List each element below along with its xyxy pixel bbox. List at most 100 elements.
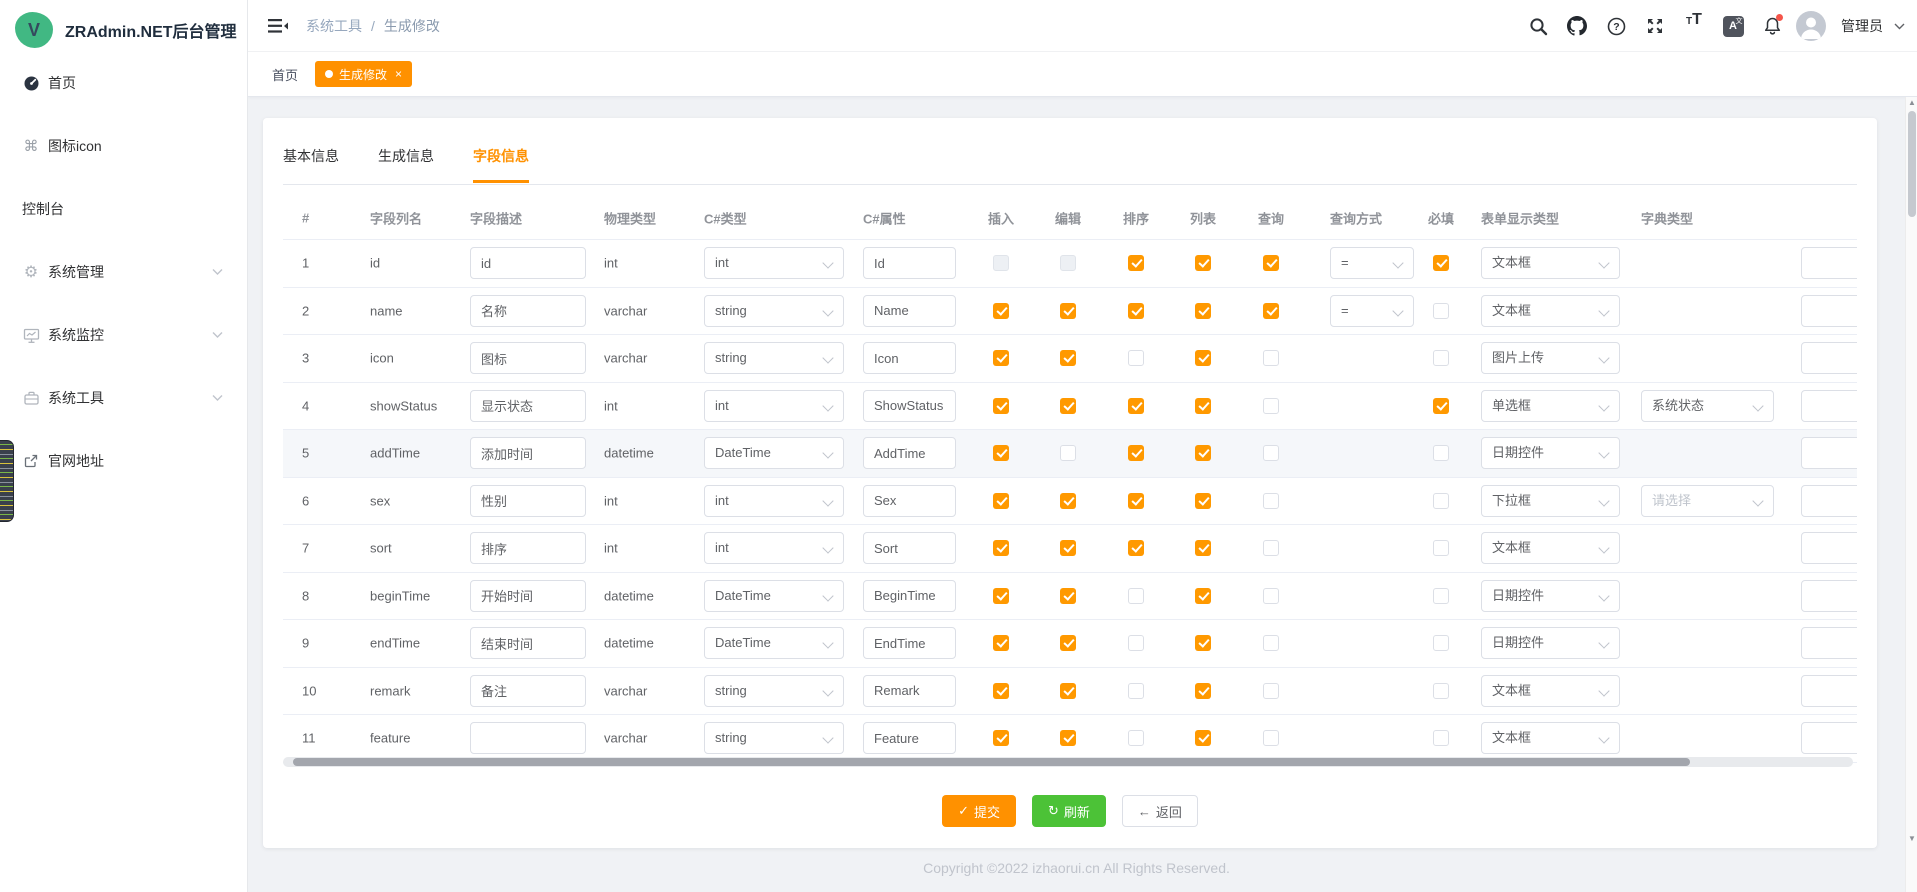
extra-field-input[interactable] — [1801, 342, 1857, 374]
csharp-type-select[interactable]: int — [704, 532, 844, 564]
insert-checkbox[interactable] — [993, 398, 1009, 414]
required-checkbox[interactable] — [1433, 493, 1449, 509]
edit-checkbox[interactable] — [1060, 493, 1076, 509]
column-description-input[interactable] — [470, 485, 586, 517]
csharp-property-input[interactable] — [863, 722, 956, 754]
user-menu-chevron-icon[interactable] — [1894, 23, 1905, 30]
csharp-property-input[interactable] — [863, 675, 956, 707]
csharp-type-select[interactable]: string — [704, 675, 844, 707]
sidebar-item-icons[interactable]: ⌘ 图标icon — [0, 121, 247, 171]
required-checkbox[interactable] — [1433, 588, 1449, 604]
sidebar-item-system-mgmt[interactable]: ⚙ 系统管理 — [0, 247, 247, 297]
csharp-property-input[interactable] — [863, 342, 956, 374]
csharp-property-input[interactable] — [863, 437, 956, 469]
list-checkbox[interactable] — [1195, 540, 1211, 556]
insert-checkbox[interactable] — [993, 303, 1009, 319]
dict-type-select[interactable]: 系统状态 — [1641, 390, 1774, 422]
tag-home[interactable]: 首页 — [272, 65, 298, 84]
avatar[interactable] — [1796, 11, 1826, 41]
display-type-select[interactable]: 文本框 — [1481, 532, 1620, 564]
query-checkbox[interactable] — [1263, 730, 1279, 746]
column-description-input[interactable] — [470, 675, 586, 707]
sort-checkbox[interactable] — [1128, 635, 1144, 651]
edit-checkbox[interactable] — [1060, 303, 1076, 319]
github-icon[interactable] — [1562, 11, 1592, 41]
vertical-scrollbar[interactable]: ▲ ▼ — [1905, 97, 1917, 892]
required-checkbox[interactable] — [1433, 255, 1449, 271]
list-checkbox[interactable] — [1195, 493, 1211, 509]
refresh-button[interactable]: ↻ 刷新 — [1032, 795, 1106, 827]
list-checkbox[interactable] — [1195, 255, 1211, 271]
extra-field-input[interactable] — [1801, 485, 1857, 517]
sort-checkbox[interactable] — [1128, 493, 1144, 509]
dict-type-select[interactable]: 请选择 — [1641, 485, 1774, 517]
edit-checkbox[interactable] — [1060, 255, 1076, 271]
horizontal-scrollbar[interactable] — [283, 757, 1853, 767]
column-description-input[interactable] — [470, 437, 586, 469]
sort-checkbox[interactable] — [1128, 730, 1144, 746]
column-description-input[interactable] — [470, 580, 586, 612]
tab-field-info[interactable]: 字段信息 — [473, 146, 529, 183]
edit-checkbox[interactable] — [1060, 635, 1076, 651]
insert-checkbox[interactable] — [993, 350, 1009, 366]
tab-basic-info[interactable]: 基本信息 — [283, 146, 339, 183]
display-type-select[interactable]: 文本框 — [1481, 675, 1620, 707]
edit-checkbox[interactable] — [1060, 445, 1076, 461]
vertical-scrollbar-thumb[interactable] — [1908, 111, 1916, 217]
query-checkbox[interactable] — [1263, 635, 1279, 651]
query-checkbox[interactable] — [1263, 445, 1279, 461]
csharp-type-select[interactable]: int — [704, 390, 844, 422]
fullscreen-icon[interactable] — [1640, 11, 1670, 41]
csharp-type-select[interactable]: int — [704, 247, 844, 279]
display-type-select[interactable]: 日期控件 — [1481, 627, 1620, 659]
insert-checkbox[interactable] — [993, 255, 1009, 271]
extra-field-input[interactable] — [1801, 532, 1857, 564]
column-description-input[interactable] — [470, 722, 586, 754]
sidebar-item-system-tools[interactable]: 系统工具 — [0, 373, 247, 423]
sort-checkbox[interactable] — [1128, 398, 1144, 414]
insert-checkbox[interactable] — [993, 635, 1009, 651]
tag-close-icon[interactable]: × — [395, 67, 402, 81]
csharp-property-input[interactable] — [863, 627, 956, 659]
query-checkbox[interactable] — [1263, 683, 1279, 699]
notification-bell-icon[interactable] — [1757, 11, 1787, 41]
breadcrumb-parent[interactable]: 系统工具 — [306, 16, 362, 36]
required-checkbox[interactable] — [1433, 398, 1449, 414]
csharp-type-select[interactable]: DateTime — [704, 580, 844, 612]
display-type-select[interactable]: 文本框 — [1481, 247, 1620, 279]
sort-checkbox[interactable] — [1128, 540, 1144, 556]
query-mode-select[interactable]: = — [1330, 295, 1414, 327]
csharp-type-select[interactable]: DateTime — [704, 627, 844, 659]
required-checkbox[interactable] — [1433, 683, 1449, 699]
required-checkbox[interactable] — [1433, 540, 1449, 556]
scroll-down-arrow-icon[interactable]: ▼ — [1906, 833, 1917, 845]
insert-checkbox[interactable] — [993, 445, 1009, 461]
insert-checkbox[interactable] — [993, 683, 1009, 699]
edit-checkbox[interactable] — [1060, 683, 1076, 699]
csharp-property-input[interactable] — [863, 532, 956, 564]
csharp-type-select[interactable]: DateTime — [704, 437, 844, 469]
insert-checkbox[interactable] — [993, 493, 1009, 509]
search-icon[interactable] — [1523, 11, 1553, 41]
sort-checkbox[interactable] — [1128, 588, 1144, 604]
sort-checkbox[interactable] — [1128, 303, 1144, 319]
tag-active-generate-edit[interactable]: 生成修改 × — [315, 61, 412, 87]
query-checkbox[interactable] — [1263, 588, 1279, 604]
display-type-select[interactable]: 单选框 — [1481, 390, 1620, 422]
edit-checkbox[interactable] — [1060, 350, 1076, 366]
translate-icon[interactable]: A文 — [1718, 11, 1748, 41]
query-checkbox[interactable] — [1263, 255, 1279, 271]
edit-checkbox[interactable] — [1060, 398, 1076, 414]
display-type-select[interactable]: 图片上传 — [1481, 342, 1620, 374]
csharp-type-select[interactable]: int — [704, 485, 844, 517]
csharp-type-select[interactable]: string — [704, 295, 844, 327]
csharp-property-input[interactable] — [863, 247, 956, 279]
csharp-property-input[interactable] — [863, 580, 956, 612]
column-description-input[interactable] — [470, 295, 586, 327]
column-description-input[interactable] — [470, 342, 586, 374]
list-checkbox[interactable] — [1195, 303, 1211, 319]
sidebar-collapse-icon[interactable] — [268, 18, 288, 34]
insert-checkbox[interactable] — [993, 540, 1009, 556]
scroll-up-arrow-icon[interactable]: ▲ — [1906, 97, 1917, 109]
edit-checkbox[interactable] — [1060, 730, 1076, 746]
